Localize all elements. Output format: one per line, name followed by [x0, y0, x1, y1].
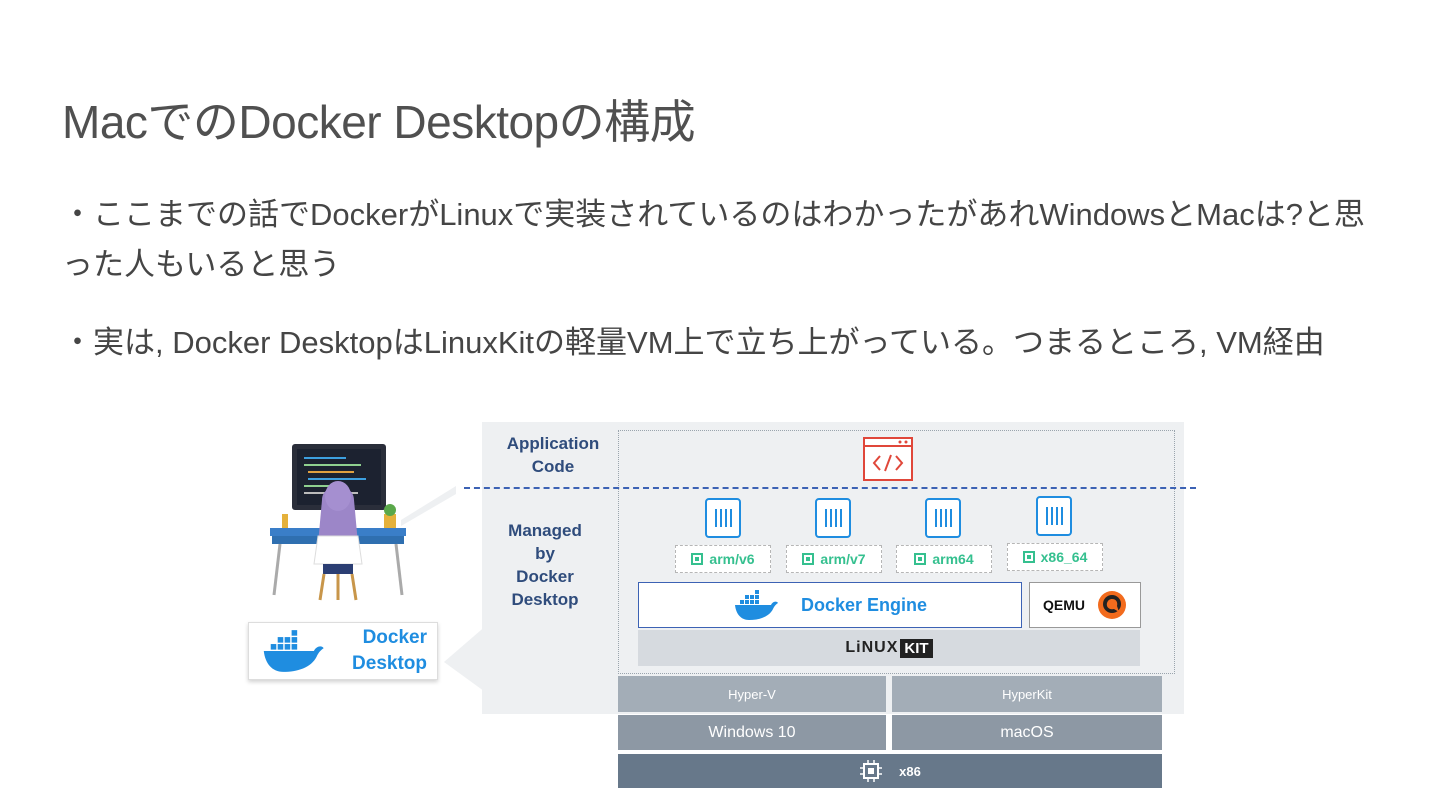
code-divider-line: [464, 487, 1196, 489]
container-icon: [925, 498, 961, 538]
container-icon: [815, 498, 851, 538]
qemu-label: QEMU: [1043, 597, 1085, 613]
cpu-icon: [860, 760, 883, 782]
linuxkit-bar: LiNUX KIT: [638, 630, 1140, 666]
macos-bar: macOS: [892, 715, 1162, 750]
arch-tag-arm64: arm64: [896, 545, 992, 573]
hyperkit-bar: HyperKit: [892, 676, 1162, 712]
application-code-label: Application Code: [506, 434, 600, 476]
arch-tag-arm-v7: arm/v7: [786, 545, 882, 573]
chip-icon: [1022, 551, 1035, 563]
developer-illustration: [270, 444, 456, 601]
docker-desktop-badge: Docker Desktop: [248, 622, 438, 680]
chip-icon: [691, 553, 704, 565]
docker-desktop-label: Docker Desktop: [352, 627, 427, 674]
container-icon: [1036, 496, 1072, 536]
hyper-v-bar: Hyper-V: [618, 676, 886, 712]
chip-icon: [802, 553, 815, 565]
qemu-box: QEMU: [1029, 582, 1141, 628]
docker-desktop-architecture-diagram: Application Code Managed by Docker Deskt…: [240, 418, 1200, 798]
slide-title: MacでのDocker Desktopの構成: [62, 96, 696, 148]
chip-icon: [914, 553, 927, 565]
bullet-docker-linux: ・ここまでの話でDockerがLinuxで実装されているのはわかったがあれWin…: [62, 197, 1365, 282]
managed-by-docker-desktop-label: Managed by Docker Desktop: [508, 521, 582, 609]
docker-whale-icon: [263, 630, 324, 672]
docker-engine-label: Docker Engine: [800, 594, 928, 615]
x86-cpu-bar: x86: [618, 754, 1162, 788]
code-window-icon: [863, 437, 913, 481]
callout-pointer: [444, 624, 488, 694]
arch-tag-arm-v6: arm/v6: [675, 545, 771, 573]
arch-tag-x86-64: x86_64: [1007, 543, 1103, 571]
qemu-logo-icon: [1098, 591, 1126, 619]
container-icon: [705, 498, 741, 538]
bullet-linuxkit-vm: ・実は, Docker DesktopはLinuxKitの軽量VM上で立ち上がっ…: [62, 325, 1325, 360]
windows-10-bar: Windows 10: [618, 715, 886, 750]
docker-whale-icon: [734, 590, 778, 620]
docker-engine-box: Docker Engine: [638, 582, 1022, 628]
